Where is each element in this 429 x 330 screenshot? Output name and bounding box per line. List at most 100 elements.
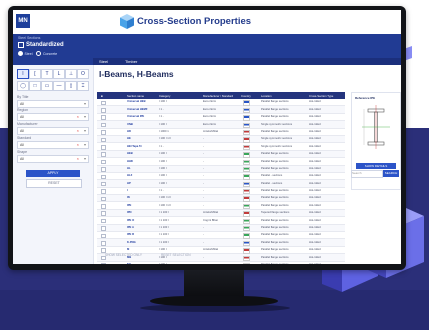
shape-bar-icon[interactable]: ▯	[65, 81, 77, 91]
shape-round-icon[interactable]: O	[77, 69, 89, 79]
filter-select[interactable]: All × ▾	[17, 127, 89, 135]
filter-select[interactable]: All ▾	[17, 100, 89, 108]
row-checkbox[interactable]	[101, 226, 106, 231]
cell-section-name[interactable]: K-PNG	[127, 241, 136, 244]
row-checkbox[interactable]	[101, 137, 106, 143]
cell-section-name[interactable]: IPE	[127, 204, 131, 207]
table-row[interactable]: K-PNG I 1 100 I - Parallel flange sections H…	[97, 239, 345, 247]
cell-section-name[interactable]: HE	[127, 137, 131, 140]
cell-section-name[interactable]: UNB	[127, 123, 133, 126]
tab-steel[interactable]: Steel	[99, 59, 108, 64]
standardized-checkbox[interactable]	[18, 42, 24, 48]
shape-angle-icon[interactable]: L	[53, 69, 65, 79]
cell-section-name[interactable]: HD	[127, 130, 131, 133]
table-row[interactable]: Universal IPE I 1 - Euro-Norm Parallel flan…	[97, 114, 345, 122]
cell-section-name[interactable]: IPN	[127, 211, 131, 214]
cell-section-name[interactable]: Universal HEMF	[127, 108, 147, 111]
reset-button[interactable]: RESET	[26, 179, 82, 188]
column-header[interactable]: Manufacturer / Standard	[203, 94, 233, 98]
clear-icon[interactable]: ×	[77, 156, 79, 161]
table-row[interactable]: HE I 100 I 1 II - Single symmetric sections…	[97, 135, 345, 144]
cell-section-name[interactable]: IPE A	[127, 226, 134, 229]
row-checkbox[interactable]	[101, 174, 106, 180]
search-button[interactable]: SEARCH	[383, 170, 399, 177]
column-header[interactable]: Section name	[127, 94, 144, 98]
row-checkbox[interactable]	[101, 204, 106, 209]
show-selected-toggle[interactable]: SHOW SELECTED ONLY	[105, 253, 142, 257]
breadcrumb[interactable]: Steel Sections	[18, 36, 40, 40]
row-checkbox[interactable]	[101, 152, 106, 157]
cell-section-name[interactable]: HL	[127, 167, 131, 170]
table-row[interactable]: IPN I 1 100 I ArcelorMittal Tapered flange …	[97, 209, 345, 218]
row-checkbox[interactable]	[101, 167, 106, 172]
table-row[interactable]: I I 1 - - Parallel flange sections Hot-rolle…	[97, 188, 345, 196]
table-row[interactable]: IPE A I 1 100 I - Parallel flange sections H…	[97, 224, 345, 233]
shape-t-icon[interactable]: T	[41, 69, 53, 79]
radio-concrete[interactable]: Concrete	[36, 51, 57, 56]
cell-section-name[interactable]: M	[127, 248, 129, 251]
cell-section-name[interactable]: HLZ	[127, 174, 132, 177]
row-checkbox[interactable]	[101, 218, 106, 224]
table-row[interactable]: IN I 100 I 1 II - Parallel flange sections H…	[97, 195, 345, 203]
table-row[interactable]: Universal HEB I 100 I Euro-Norm Parallel fl…	[97, 99, 345, 107]
filter-select[interactable]: All × ▾	[17, 113, 89, 121]
table-row[interactable]: IPE O I 1 100 I Cogi & Bhan Parallel flange…	[97, 217, 345, 225]
row-checkbox[interactable]	[101, 196, 106, 202]
row-checkbox[interactable]	[101, 115, 106, 120]
table-row[interactable]: HEI Tapa Tc I 1 - - Single symmetric sectio…	[97, 143, 345, 151]
column-header[interactable]: Category	[159, 94, 170, 98]
shape-tube-icon[interactable]: ◯	[17, 81, 29, 91]
table-row[interactable]: HLZ I 100 I - Parallel - sections Hot-rolled	[97, 173, 345, 181]
shape-flat-icon[interactable]: —	[53, 81, 65, 91]
cell-section-name[interactable]: HEI Tapa Tc	[127, 145, 142, 148]
clear-icon[interactable]: ×	[77, 114, 79, 119]
column-header[interactable]: Location	[261, 94, 272, 98]
filter-select[interactable]: All × ▾	[17, 155, 89, 163]
cell-section-name[interactable]: IN	[127, 196, 130, 199]
shape-square-icon[interactable]: □	[29, 81, 41, 91]
radio-steel[interactable]: Steel	[18, 51, 32, 56]
row-checkbox[interactable]	[101, 241, 106, 246]
cell-section-name[interactable]: Universal HEB	[127, 100, 146, 103]
table-row[interactable]: IPE R I 1 100 I - Parallel flange sections H…	[97, 232, 345, 240]
row-checkbox[interactable]	[101, 263, 106, 264]
cell-section-name[interactable]: HHD	[127, 160, 133, 163]
table-row[interactable]: Universal HEMF I 1 - Euro-Norm Parallel fla…	[97, 106, 345, 114]
cell-section-name[interactable]: HP	[127, 182, 131, 185]
table-row[interactable]: UNB I 100 I Euro-Norm Single symmetric sect…	[97, 121, 345, 129]
filter-select[interactable]: All × ▾	[17, 141, 89, 149]
clear-icon[interactable]: ×	[77, 128, 79, 133]
table-row[interactable]: HD I 1000 1 ArcelorMittal Parallel flange s…	[97, 129, 345, 136]
table-row[interactable]: IPE I 100 I 1 II - Parallel flange sections…	[97, 202, 345, 210]
cell-section-name[interactable]: IPE R	[127, 233, 134, 236]
table-row[interactable]: HL I 100 I - Parallel flange sections Hot-ro…	[97, 165, 345, 173]
table-row[interactable]: NB I 100 I - Parallel flange sections Hot-ro…	[97, 262, 345, 264]
apply-button[interactable]: APPLY	[26, 170, 80, 177]
cell-section-name[interactable]: Universal IPE	[127, 115, 144, 118]
shape-inverted-t-icon[interactable]: ⊥	[65, 69, 77, 79]
row-checkbox[interactable]	[101, 122, 106, 128]
row-checkbox[interactable]	[101, 100, 106, 106]
header-select-all[interactable]: ■	[101, 94, 103, 98]
reset-selection-toggle[interactable]: RESET SELECTION	[161, 253, 191, 257]
row-checkbox[interactable]	[101, 211, 106, 217]
tab-timber[interactable]: Timber	[125, 59, 137, 64]
shape-channel-icon[interactable]: [	[29, 69, 41, 79]
row-checkbox[interactable]	[101, 189, 106, 194]
standardized-row[interactable]: Standardized	[18, 41, 64, 49]
table-row[interactable]: HHD I 100 I - Parallel flange sections Hot-r…	[97, 158, 345, 166]
row-checkbox[interactable]	[101, 159, 106, 165]
shape-beam-icon[interactable]: ⌶	[77, 81, 89, 91]
row-checkbox[interactable]	[101, 144, 106, 150]
app-logo[interactable]: MN	[16, 14, 30, 28]
row-checkbox[interactable]	[101, 107, 106, 113]
column-header[interactable]: Cross-Section Type	[309, 94, 333, 98]
cell-section-name[interactable]: HEB	[127, 152, 133, 155]
column-header[interactable]: Country	[241, 94, 251, 98]
cell-section-name[interactable]: NB	[127, 263, 131, 264]
search-input[interactable]: Search	[351, 170, 383, 178]
shape-i-icon[interactable]: I	[17, 69, 29, 79]
clear-icon[interactable]: ×	[77, 142, 79, 147]
shape-rect-icon[interactable]: ▭	[41, 81, 53, 91]
row-checkbox[interactable]	[101, 233, 106, 239]
